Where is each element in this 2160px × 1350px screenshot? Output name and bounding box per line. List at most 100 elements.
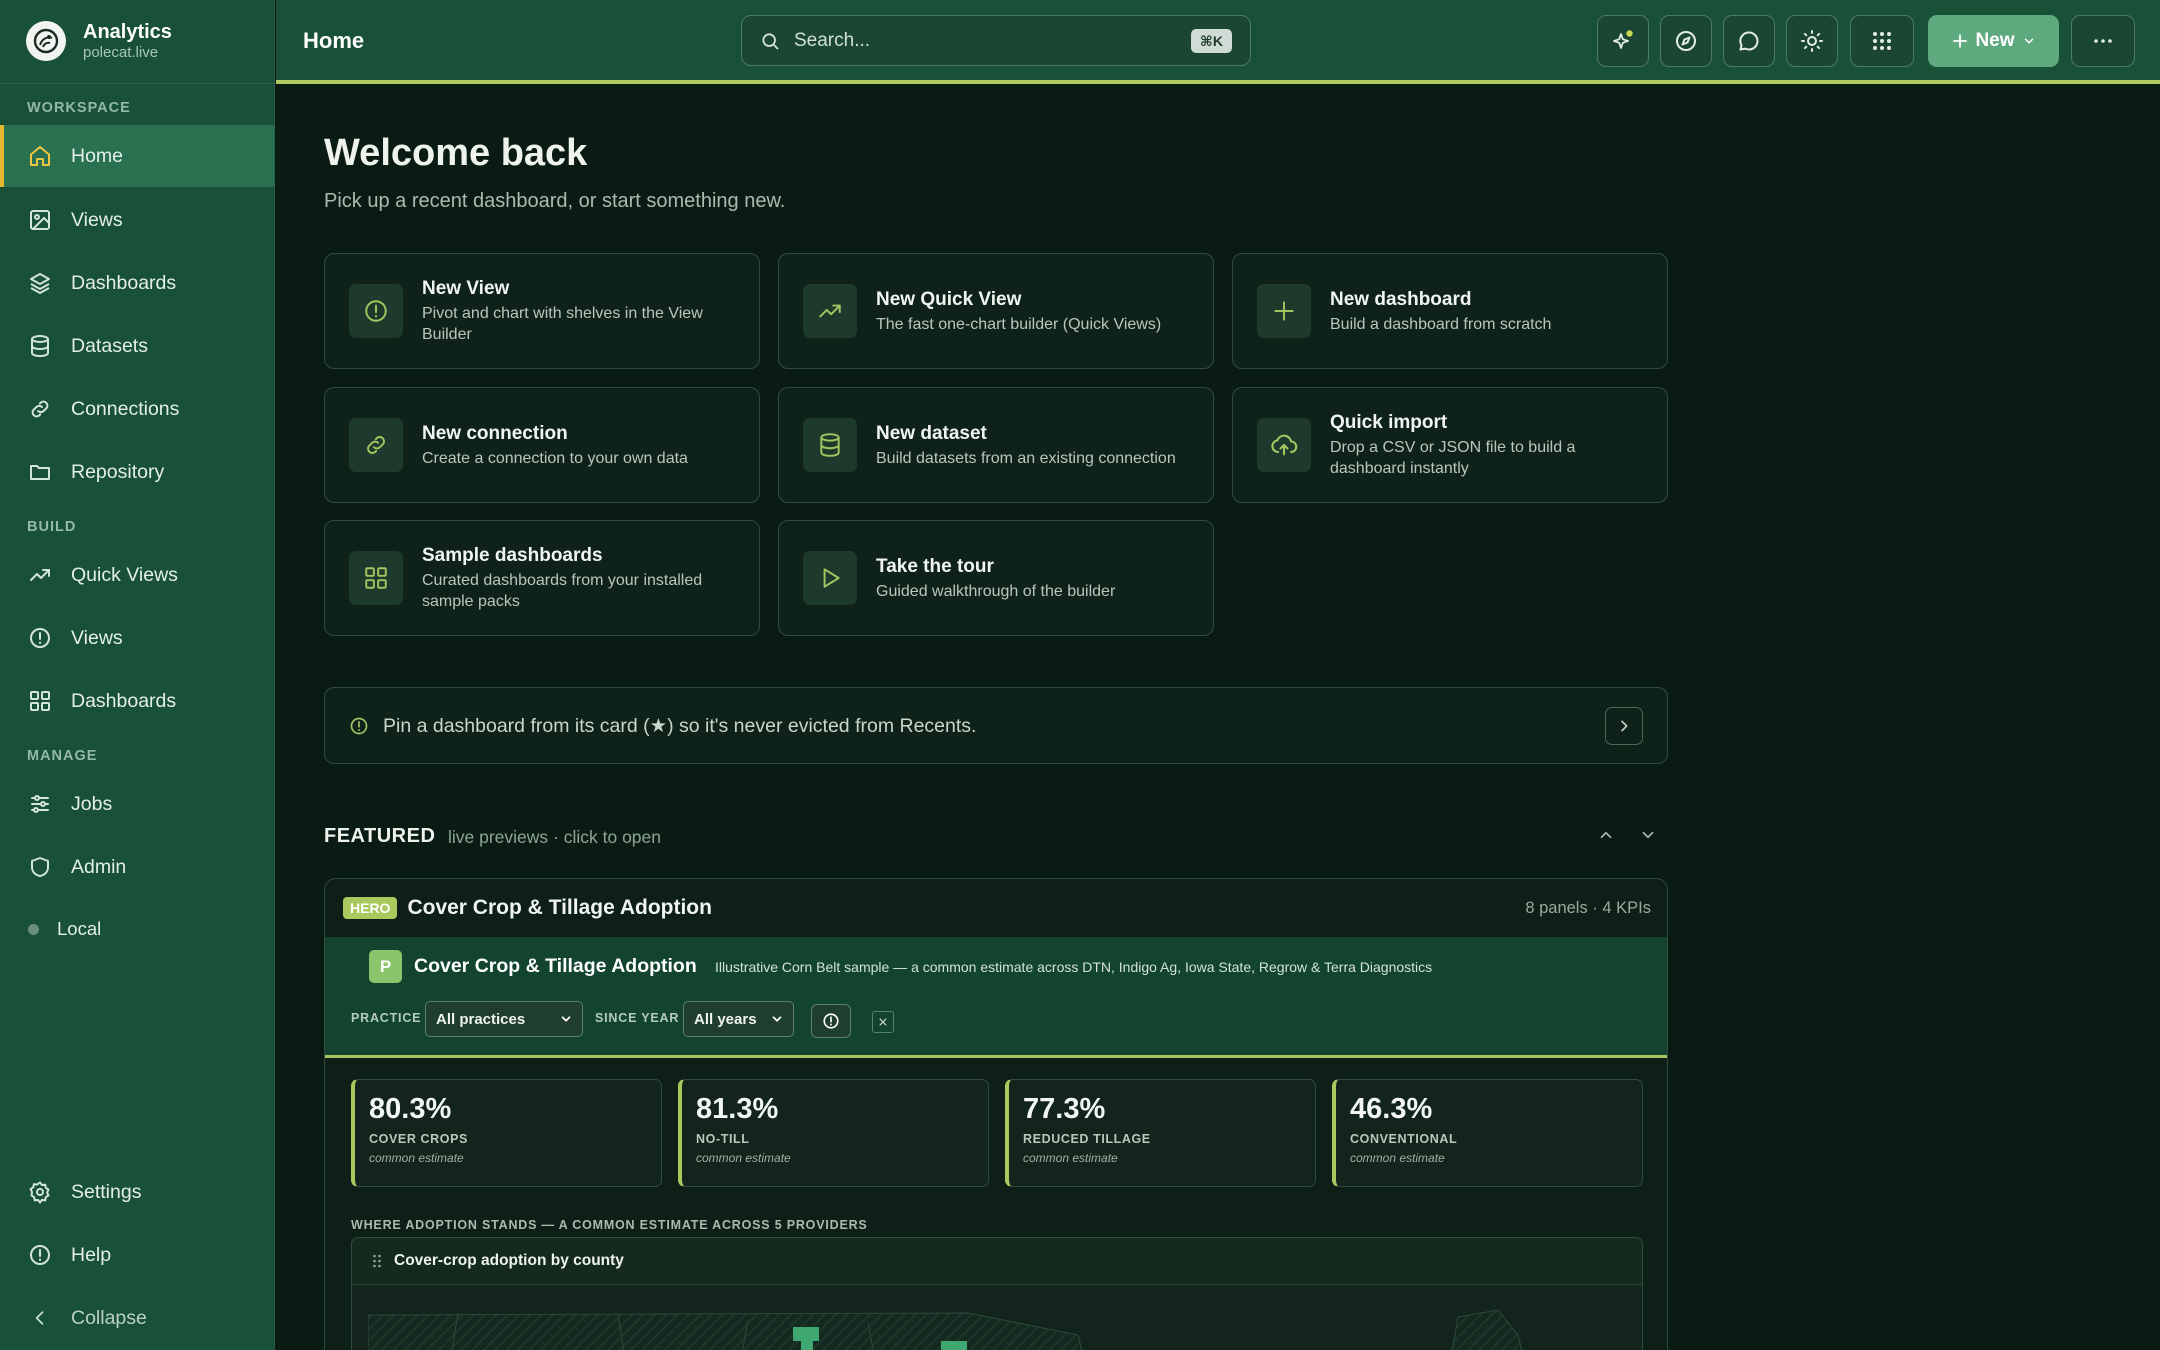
card-sample-dashboards[interactable]: Sample dashboards Curated dashboards from… <box>324 520 760 636</box>
card-description: Pivot and chart with shelves in the View… <box>422 305 703 343</box>
compass-icon <box>1674 29 1698 53</box>
panel-title: Cover-crop adoption by county <box>394 1252 624 1269</box>
sidebar-item-connections[interactable]: Connections <box>0 378 274 440</box>
featured-dashboard-name: Cover Crop & Tillage Adoption <box>407 896 712 919</box>
chevron-down-icon <box>770 1012 784 1026</box>
card-title: New View <box>422 278 510 299</box>
drag-handle-icon[interactable] <box>372 1254 382 1268</box>
chevron-left-icon <box>27 1305 53 1331</box>
sidebar-item-repository[interactable]: Repository <box>0 441 274 503</box>
sidebar-item-label: Repository <box>71 460 165 483</box>
sidebar-item-quick-views[interactable]: Quick Views <box>0 544 274 606</box>
brand-logo <box>26 21 66 61</box>
info-circle-icon <box>349 284 403 338</box>
welcome-subtitle: Pick up a recent dashboard, or start som… <box>324 190 786 212</box>
kpi-value: 81.3% <box>696 1093 779 1125</box>
filter-label-practice: PRACTICE <box>351 1011 422 1025</box>
filter-label-since-year: SINCE YEAR <box>595 1011 680 1025</box>
upload-cloud-icon <box>1257 418 1311 472</box>
card-description: The fast one-chart builder (Quick Views) <box>876 315 1162 333</box>
kpi-label: NO-TILL <box>696 1132 750 1146</box>
chat-icon <box>1737 29 1761 53</box>
welcome-heading: Welcome back <box>324 132 588 174</box>
card-new-connection[interactable]: New connection Create a connection to you… <box>324 387 760 503</box>
sidebar-item-label: Local <box>57 918 102 939</box>
featured-next-button[interactable] <box>1639 826 1657 844</box>
sidebar-item-local[interactable]: Local <box>0 898 274 960</box>
dashboard-section-label: WHERE ADOPTION STANDS — A COMMON ESTIMAT… <box>351 1218 868 1232</box>
card-new-view[interactable]: New View Pivot and chart with shelves in … <box>324 253 760 369</box>
tip-next-button[interactable] <box>1605 707 1643 745</box>
play-icon <box>803 551 857 605</box>
featured-prev-button[interactable] <box>1597 826 1615 844</box>
sidebar-item-label: Views <box>71 208 123 231</box>
tip-text: Pin a dashboard from its card (★) so it'… <box>383 714 977 737</box>
sidebar-item-views[interactable]: Views <box>0 189 274 251</box>
card-new-quick-view[interactable]: New Quick View The fast one-chart builder… <box>778 253 1214 369</box>
card-title: Sample dashboards <box>422 545 603 566</box>
county-choropleth-map[interactable] <box>368 1295 1628 1350</box>
database-icon <box>27 333 53 359</box>
kpi-subtext: common estimate <box>369 1151 464 1165</box>
dashboard-title: Cover Crop & Tillage Adoption <box>414 955 697 977</box>
card-title: Quick import <box>1330 412 1448 433</box>
since-year-select[interactable]: All years <box>683 1001 794 1037</box>
dashboard-preview-header: P Cover Crop & Tillage Adoption Illustra… <box>325 937 1667 1058</box>
sidebar-item-datasets[interactable]: Datasets <box>0 315 274 377</box>
sidebar-item-help[interactable]: Help <box>0 1224 274 1286</box>
chevron-down-icon <box>1639 826 1657 844</box>
new-button[interactable]: New <box>1928 15 2059 67</box>
brand[interactable]: Analytics polecat.live <box>26 20 172 62</box>
card-title: New dataset <box>876 422 987 444</box>
kpi-label: CONVENTIONAL <box>1350 1132 1458 1146</box>
search-icon <box>760 31 780 51</box>
collapse-button[interactable]: Collapse <box>0 1287 274 1349</box>
clear-filters-button[interactable] <box>872 1011 894 1033</box>
card-title: New Quick View <box>876 288 1022 310</box>
sidebar-item-label: Home <box>71 144 124 167</box>
chat-button[interactable] <box>1723 15 1775 67</box>
more-button[interactable] <box>2071 15 2135 67</box>
sidebar-item-jobs[interactable]: Jobs <box>0 773 274 835</box>
card-new-dashboard[interactable]: New dashboard Build a dashboard from scra… <box>1232 253 1668 369</box>
dashboard-logo: P <box>369 950 402 983</box>
sidebar-item-build-dashboards[interactable]: Dashboards <box>0 670 274 732</box>
featured-heading: FEATURED <box>324 825 436 847</box>
sidebar-item-label: Datasets <box>71 334 148 357</box>
filter-info-button[interactable] <box>811 1004 851 1038</box>
ai-assist-button[interactable] <box>1597 15 1649 67</box>
image-icon <box>27 207 53 233</box>
sidebar-item-admin[interactable]: Admin <box>0 836 274 898</box>
card-take-the-tour[interactable]: Take the tour Guided walkthrough of the b… <box>778 520 1214 636</box>
card-title: New connection <box>422 422 568 444</box>
panel-header: Cover-crop adoption by county <box>352 1238 1642 1285</box>
sidebar-item-label: Jobs <box>71 792 113 815</box>
sidebar-item-label: Settings <box>71 1180 142 1203</box>
card-new-dataset[interactable]: New dataset Build datasets from an existi… <box>778 387 1214 503</box>
home-icon <box>27 143 53 169</box>
sidebar: Analytics polecat.live WORKSPACE Home Vi… <box>0 0 275 1350</box>
card-quick-import[interactable]: Quick import Drop a CSV or JSON file to b… <box>1232 387 1668 503</box>
sidebar-item-settings[interactable]: Settings <box>0 1161 274 1223</box>
card-title: Take the tour <box>876 555 994 577</box>
theme-toggle-button[interactable] <box>1786 15 1838 67</box>
sidebar-item-label: Help <box>71 1243 112 1266</box>
status-dot <box>28 923 39 935</box>
new-button-label: New <box>1975 30 2015 51</box>
search-placeholder: Search... <box>794 29 871 51</box>
sidebar-item-dashboards[interactable]: Dashboards <box>0 252 274 314</box>
apps-button[interactable] <box>1850 15 1914 67</box>
kpi-label: COVER CROPS <box>369 1132 468 1146</box>
explore-button[interactable] <box>1660 15 1712 67</box>
featured-dashboard-card[interactable]: HERO Cover Crop & Tillage Adoption 8 pan… <box>324 878 1668 1350</box>
kpi-value: 46.3% <box>1350 1093 1433 1125</box>
topbar: Home Search... ⌘K New <box>276 0 2160 84</box>
card-description: Create a connection to your own data <box>422 449 688 467</box>
practice-select[interactable]: All practices <box>425 1001 583 1037</box>
section-label-manage: MANAGE <box>27 748 98 764</box>
sidebar-item-build-views[interactable]: Views <box>0 607 274 669</box>
section-label-build: BUILD <box>27 519 77 535</box>
search-input[interactable]: Search... ⌘K <box>741 15 1251 66</box>
link-icon <box>27 396 53 422</box>
sidebar-item-home[interactable]: Home <box>0 125 274 187</box>
